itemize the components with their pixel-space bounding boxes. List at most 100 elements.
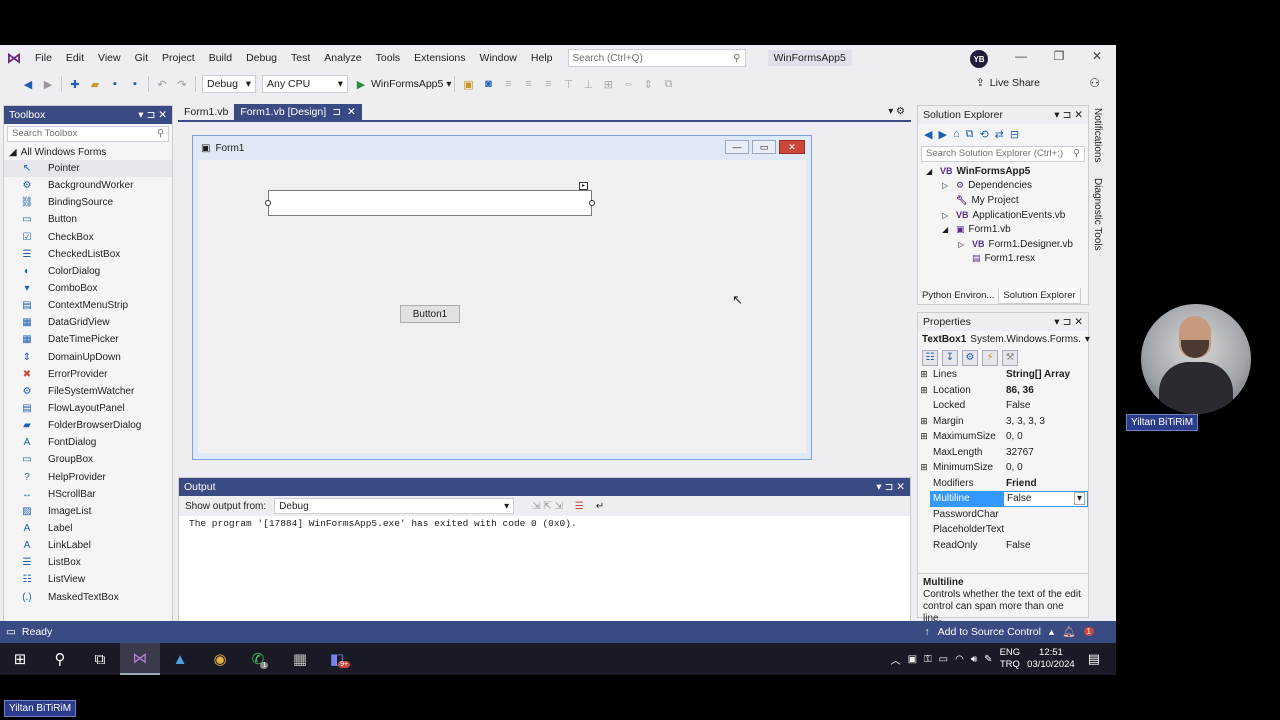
search-icon[interactable]: ⚲: [40, 643, 80, 675]
toolbox-item-checkbox[interactable]: ☑ CheckBox: [4, 229, 172, 246]
toolbox-item-colordialog[interactable]: ◐ ColorDialog: [4, 263, 172, 280]
side-tab[interactable]: Notifications: [1092, 105, 1103, 165]
pen-icon[interactable]: ✎: [984, 654, 992, 665]
align-right-icon[interactable]: ≡: [540, 76, 556, 92]
toolbox-item-maskedtextbox[interactable]: (.) MaskedTextBox: [4, 589, 172, 606]
button1-control[interactable]: Button1: [400, 305, 460, 323]
properties-object-selector[interactable]: TextBox1 System.Windows.Forms. ▾: [918, 331, 1090, 348]
expander-icon[interactable]: ▷: [942, 181, 952, 190]
switch-views-icon[interactable]: ⧉: [966, 128, 974, 141]
screenshot-icon[interactable]: ◙: [480, 76, 496, 92]
toolbox-item-listbox[interactable]: ☰ ListBox: [4, 554, 172, 571]
tab-form1-vb[interactable]: Form1.vb: [178, 104, 234, 120]
menu-item-file[interactable]: File: [28, 52, 59, 64]
resize-handle[interactable]: [589, 200, 595, 206]
menu-item-window[interactable]: Window: [473, 52, 524, 64]
menu-item-git[interactable]: Git: [128, 52, 155, 64]
close-tab-icon[interactable]: ✕: [347, 106, 356, 118]
menu-item-tools[interactable]: Tools: [369, 52, 408, 64]
expander-icon[interactable]: ▷: [958, 240, 968, 249]
menu-item-help[interactable]: Help: [524, 52, 560, 64]
property-row[interactable]: ⊞ Location 86, 36: [918, 383, 1088, 399]
solution-tree-item[interactable]: ◢ VB WinFormsApp5: [918, 164, 1088, 179]
close-icon[interactable]: ✕: [1082, 49, 1112, 67]
expand-icon[interactable]: ⊞: [918, 369, 930, 380]
usb-icon[interactable]: ⚿: [924, 654, 932, 665]
menu-item-project[interactable]: Project: [155, 52, 202, 64]
volume-icon[interactable]: 🔊︎: [971, 654, 977, 665]
toolbox-item-datagridview[interactable]: ▦ DataGridView: [4, 314, 172, 331]
solution-tree-item[interactable]: ◢ ▣ Form1.vb: [918, 222, 1088, 237]
align-middle-icon[interactable]: ⊥: [580, 76, 596, 92]
input-language[interactable]: ENG TRQ: [1000, 647, 1021, 671]
azure-icon[interactable]: ▲: [160, 643, 200, 675]
toolbox-item-filesystemwatcher[interactable]: ⚙ FileSystemWatcher: [4, 383, 172, 400]
align-top-icon[interactable]: ⊤: [560, 76, 576, 92]
toolbox-item-combobox[interactable]: ▾ ComboBox: [4, 280, 172, 297]
toolbox-item-flowlayoutpanel[interactable]: ▤ FlowLayoutPanel: [4, 400, 172, 417]
calculator-icon[interactable]: ▦: [280, 643, 320, 675]
add-to-source-control[interactable]: Add to Source Control: [938, 626, 1041, 638]
toolbox-item-hscrollbar[interactable]: ↔ HScrollBar: [4, 486, 172, 503]
alphabetical-icon[interactable]: ↧: [942, 349, 958, 366]
toolbox-item-backgroundworker[interactable]: ⚙ BackgroundWorker: [4, 177, 172, 194]
solution-tree-item[interactable]: 🔧︎ My Project: [918, 193, 1088, 208]
property-value[interactable]: String[] Array: [1003, 367, 1088, 383]
chevron-down-icon[interactable]: ▾: [446, 79, 451, 90]
toolbox-group[interactable]: ◢ All Windows Forms: [4, 144, 172, 160]
toolbox-item-fontdialog[interactable]: A FontDialog: [4, 434, 172, 451]
panel-controls[interactable]: ▾ ⊐ ✕: [876, 481, 905, 493]
windows-start-icon[interactable]: ⊞: [0, 643, 40, 675]
toolbox-item-checkedlistbox[interactable]: ☰ CheckedListBox: [4, 246, 172, 263]
property-row[interactable]: Locked False: [918, 398, 1088, 414]
solution-explorer-tab[interactable]: Solution Explorer: [998, 288, 1081, 304]
smart-tag-icon[interactable]: ▸: [579, 182, 588, 190]
teams-icon[interactable]: ◧ 9+: [320, 643, 360, 675]
home-icon[interactable]: ⌂: [953, 128, 960, 140]
tab-overflow-icon[interactable]: ▾ ⚙: [888, 106, 905, 117]
property-value[interactable]: [1003, 522, 1088, 538]
sync-icon[interactable]: ⇄: [995, 128, 1004, 141]
panel-controls[interactable]: ▾ ⊐ ✕: [138, 109, 167, 121]
toolbox-item-pointer[interactable]: ↖ Pointer: [4, 160, 172, 178]
expander-icon[interactable]: ◢: [926, 167, 936, 176]
property-value[interactable]: Friend: [1003, 476, 1088, 492]
expander-icon[interactable]: ◢: [942, 225, 952, 234]
solution-explorer-tab[interactable]: Python Environ...: [918, 288, 998, 304]
property-row[interactable]: Multiline False ▾: [918, 491, 1088, 507]
solution-tree-item[interactable]: ▤ Form1.resx: [918, 252, 1088, 267]
tab-form1-design[interactable]: Form1.vb [Design] ⊐ ✕: [234, 104, 362, 120]
whatsapp-icon[interactable]: ✆ 1: [240, 643, 280, 675]
resize-handle[interactable]: [265, 200, 271, 206]
properties-icon[interactable]: ⚙: [962, 349, 978, 366]
save-all-icon[interactable]: ▪: [127, 76, 143, 92]
solution-search-input[interactable]: Search Solution Explorer (Ctrl+;) ⚲: [921, 146, 1085, 162]
make-same-size-icon[interactable]: ⊞: [600, 76, 616, 92]
live-share-button[interactable]: ⇪ Live Share: [976, 77, 1040, 89]
wifi-icon[interactable]: ◠: [955, 654, 964, 665]
chrome-icon[interactable]: ◉: [200, 643, 240, 675]
toolbox-item-groupbox[interactable]: ▭ GroupBox: [4, 451, 172, 468]
side-tab[interactable]: Diagnostic Tools: [1092, 175, 1103, 254]
minimize-icon[interactable]: —: [1006, 49, 1036, 67]
run-target-button[interactable]: WinFormsApp5: [371, 78, 443, 90]
property-value[interactable]: [1003, 507, 1088, 523]
new-project-icon[interactable]: ✚: [67, 76, 83, 92]
textbox1-control[interactable]: [268, 190, 592, 216]
form1-client-area[interactable]: ▸ Button1: [198, 160, 806, 453]
feedback-icon[interactable]: ⚇: [1089, 76, 1100, 90]
toolbox-item-helpprovider[interactable]: ? HelpProvider: [4, 469, 172, 486]
toolbox-item-errorprovider[interactable]: ✖ ErrorProvider: [4, 366, 172, 383]
property-pages-icon[interactable]: ⚒: [1002, 349, 1018, 366]
property-row[interactable]: Modifiers Friend: [918, 476, 1088, 492]
categorized-icon[interactable]: ☷: [922, 349, 938, 366]
property-row[interactable]: ⊞ MinimumSize 0, 0: [918, 460, 1088, 476]
layer-icon[interactable]: ⧉: [660, 76, 676, 92]
start-debug-icon[interactable]: ▶: [353, 76, 369, 92]
save-icon[interactable]: ▪: [107, 76, 123, 92]
property-value[interactable]: 0, 0: [1003, 460, 1088, 476]
center-icon[interactable]: ⇕: [640, 76, 656, 92]
property-row[interactable]: ⊞ Lines String[] Array: [918, 367, 1088, 383]
property-row[interactable]: PlaceholderText: [918, 522, 1088, 538]
config-dropdown[interactable]: Debug ▾: [202, 75, 256, 93]
